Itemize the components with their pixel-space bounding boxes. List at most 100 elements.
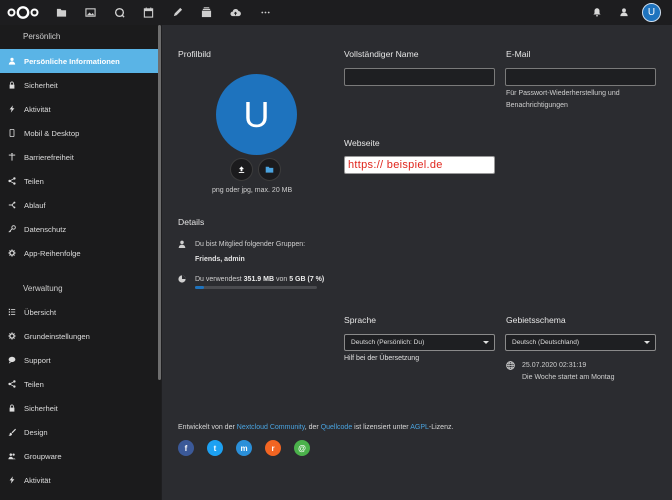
notes-icon[interactable] (169, 4, 185, 20)
help-translate-link[interactable]: Hilf bei der Übersetzung (344, 355, 419, 362)
sidebar-item-flow[interactable]: Ablauf (0, 193, 158, 217)
calendar-icon[interactable] (140, 4, 156, 20)
profile-picture-title: Profilbild (178, 49, 211, 59)
fullname-label: Vollständiger Name (344, 49, 419, 59)
accessibility-icon (7, 152, 17, 162)
share-icon (7, 176, 17, 186)
activity-icon[interactable] (111, 4, 127, 20)
sidebar-item-admin-security[interactable]: Sicherheit (0, 396, 158, 420)
bolt-icon (7, 104, 17, 114)
sidebar-item-admin-sharing[interactable]: Teilen (0, 372, 158, 396)
profile-avatar: U (216, 74, 297, 155)
mail-icon[interactable]: @ (294, 440, 310, 456)
sidebar-item-accessibility[interactable]: Barrierefreiheit (0, 145, 158, 169)
sidebar-item-groupware[interactable]: Groupware (0, 444, 158, 468)
quota-progress-fill (195, 286, 204, 289)
globe-icon (506, 361, 515, 370)
quota-used: 351.9 MB (243, 276, 275, 283)
footer-text-2: , der (304, 424, 319, 431)
sidebar-item-activity[interactable]: Aktivität (0, 97, 158, 121)
list-icon (7, 307, 17, 317)
language-label: Sprache (344, 315, 377, 325)
sidebar-item-support[interactable]: Support (0, 348, 158, 372)
top-header: U (0, 0, 672, 25)
cloud-upload-icon[interactable] (227, 4, 243, 20)
sidebar-item-label: Grundeinstellungen (24, 331, 90, 341)
choose-avatar-from-files-button[interactable] (258, 158, 281, 181)
sidebar-item-admin-activity[interactable]: Aktivität (0, 468, 158, 492)
language-select[interactable]: Deutsch (Persönlich: Du) (344, 334, 495, 351)
brush-icon (7, 427, 17, 437)
language-selected: Deutsch (Persönlich: Du) (351, 339, 425, 346)
avatar-hint: png oder jpg, max. 20 MB (212, 187, 293, 194)
sidebar-item-mobile-desktop[interactable]: Mobil & Desktop (0, 121, 158, 145)
locale-label: Gebietsschema (506, 315, 566, 325)
quota-percent: (7 %) (307, 276, 325, 283)
quota-text: Du verwendest 351.9 MB von 5 GB (7 %) (195, 276, 324, 283)
sidebar-item-label: Sicherheit (24, 403, 58, 413)
agpl-link[interactable]: AGPL (410, 424, 429, 431)
website-input[interactable]: https:// beispiel.de (344, 156, 495, 174)
gear-icon (7, 331, 17, 341)
user-avatar-button[interactable]: U (642, 3, 661, 22)
sidebar-item-overview[interactable]: Übersicht (0, 300, 158, 324)
sidebar-item-label: App-Reihenfolge (24, 248, 81, 258)
photos-icon[interactable] (82, 4, 98, 20)
sidebar-item-app-order[interactable]: App-Reihenfolge (0, 241, 158, 265)
chevron-down-icon (483, 341, 489, 344)
sidebar-caption-personal: Persönlich (23, 32, 61, 41)
quota-prefix: Du verwendest (195, 276, 242, 283)
sidebar-item-privacy[interactable]: Datenschutz (0, 217, 158, 241)
upload-icon (238, 166, 245, 173)
locale-select[interactable]: Deutsch (Deutschland) (505, 334, 656, 351)
sidebar-item-label: Teilen (24, 379, 44, 389)
website-label: Webseite (344, 138, 380, 148)
chat-icon (7, 355, 17, 365)
facebook-icon[interactable]: f (178, 440, 194, 456)
email-input[interactable] (505, 68, 656, 86)
sidebar-item-label: Support (24, 355, 51, 365)
key-icon (7, 224, 17, 234)
email-hint-line1: Für Passwort-Wiederherstellung und (506, 90, 620, 97)
details-title: Details (178, 217, 205, 227)
groups-value: Friends, admin (195, 256, 245, 263)
sidebar-item-label: Datenschutz (24, 224, 67, 234)
sidebar-item-label: Mobil & Desktop (24, 128, 80, 138)
sidebar-item-label: Teilen (24, 176, 44, 186)
contacts-icon[interactable] (616, 4, 632, 20)
phone-icon (7, 128, 17, 138)
gear-icon (7, 248, 17, 258)
quota-mid: von (275, 276, 288, 283)
lock-icon (7, 403, 17, 413)
sidebar-scrollbar[interactable] (158, 25, 161, 380)
more-apps-icon[interactable] (257, 4, 273, 20)
sidebar-item-design[interactable]: Design (0, 420, 158, 444)
sidebar-item-sharing[interactable]: Teilen (0, 169, 158, 193)
sidebar-item-personal-info[interactable]: Persönliche Informationen (0, 49, 158, 73)
footer-text-3: ist lizensiert unter (354, 424, 409, 431)
sidebar-item-label: Design (24, 427, 48, 437)
share-icon (7, 379, 17, 389)
quota-total: 5 GB (289, 276, 306, 283)
sidebar-item-security[interactable]: Sicherheit (0, 73, 158, 97)
sidebar-item-label: Groupware (24, 451, 62, 461)
flow-icon (7, 200, 17, 210)
footer-text-1: Entwickelt von der (178, 424, 235, 431)
twitter-icon[interactable]: t (207, 440, 223, 456)
source-code-link[interactable]: Quellcode (321, 424, 353, 431)
sidebar-caption-admin: Verwaltung (23, 284, 63, 293)
quota-pie-icon (178, 275, 186, 283)
fullname-input[interactable] (344, 68, 495, 86)
mastodon-icon[interactable]: m (236, 440, 252, 456)
nextcloud-logo-icon[interactable] (6, 4, 40, 21)
footer-text-4: -Lizenz. (428, 424, 454, 431)
notifications-icon[interactable] (589, 4, 605, 20)
upload-avatar-button[interactable] (230, 158, 253, 181)
footer-credits: Entwickelt von der Nextcloud Community, … (178, 424, 453, 431)
nextcloud-community-link[interactable]: Nextcloud Community (237, 424, 305, 431)
sidebar-item-basic-settings[interactable]: Grundeinstellungen (0, 324, 158, 348)
deck-icon[interactable] (198, 4, 214, 20)
rss-icon[interactable]: r (265, 440, 281, 456)
files-icon[interactable] (53, 4, 69, 20)
user-icon (7, 56, 17, 66)
